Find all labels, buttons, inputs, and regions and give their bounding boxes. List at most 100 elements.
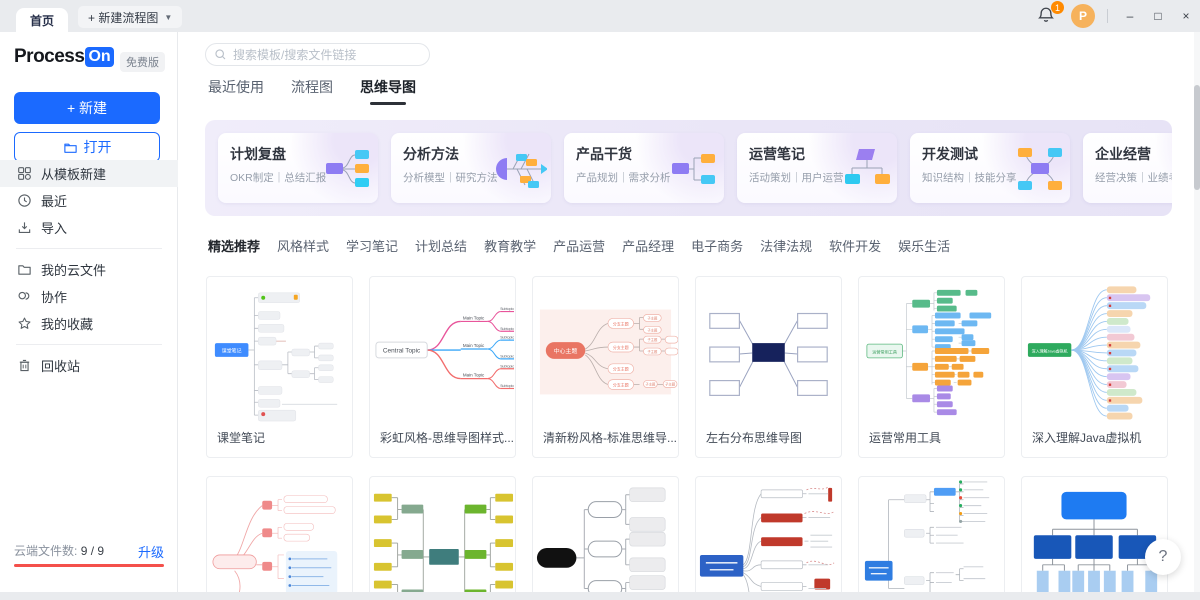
sidebar-item-label: 回收站 — [41, 356, 80, 375]
thumbnail-sub-label: 子主题 — [645, 382, 656, 387]
thumbnail-main-label: Main Topic — [463, 315, 485, 320]
template-card-left-right-mindmap[interactable]: 左右分布思维导图 — [695, 276, 842, 458]
window-title-bar: 首页 + 新建流程图 ▼ 1 P – □ × — [0, 0, 1200, 32]
filter-chip[interactable]: 软件开发 — [829, 236, 881, 255]
template-thumbnail: 中心主题 分支主题 分支主题 — [533, 277, 678, 425]
thumbnail-branch-label: 分支主题 — [613, 367, 629, 372]
window-controls-divider — [1107, 9, 1108, 23]
scrollbar-thumb[interactable] — [1194, 85, 1200, 190]
template-title: 运营常用工具 — [859, 425, 1004, 446]
template-title: 课堂笔记 — [207, 425, 352, 446]
filter-chip[interactable]: 教育教学 — [484, 236, 536, 255]
avatar[interactable]: P — [1071, 4, 1095, 28]
new-document-tab-button[interactable]: + 新建流程图 ▼ — [78, 6, 182, 28]
template-title: 左右分布思维导图 — [696, 425, 841, 446]
template-title: 彩虹风格-思维导图样式... — [370, 425, 515, 446]
thumbnail-main-label: Main Topic — [463, 343, 485, 348]
template-card-classroom-notes[interactable]: 课堂笔记 — [206, 276, 353, 458]
notifications-button[interactable]: 1 — [1037, 6, 1057, 26]
category-card-dev-testing[interactable]: 开发测试 知识结构｜技能分享 — [910, 133, 1070, 203]
category-card-product-tips[interactable]: 产品干货 产品规划｜需求分析 — [564, 133, 724, 203]
template-card-fresh-pink[interactable]: 中心主题 分支主题 分支主题 — [532, 276, 679, 458]
template-card-java-jvm[interactable]: 深入理解Java虚拟机 — [1021, 276, 1168, 458]
tab-home[interactable]: 首页 — [16, 8, 68, 32]
tab-mindmap[interactable]: 思维导图 — [360, 77, 416, 105]
thumbnail-branch-label: 分支主题 — [613, 345, 629, 350]
template-card-operation-tools[interactable]: 运营常用工具 运营常用工具 — [858, 276, 1005, 458]
maximize-button[interactable]: □ — [1144, 0, 1172, 32]
filter-chip[interactable]: 学习笔记 — [346, 236, 398, 255]
sidebar-item-favorites[interactable]: 我的收藏 — [0, 310, 178, 337]
sidebar-item-label: 导入 — [41, 218, 67, 237]
new-document-tab-label: + 新建流程图 — [88, 9, 158, 26]
category-card-plan-review[interactable]: 计划复盘 OKR制定｜总结汇报 — [218, 133, 378, 203]
thumbnail-sub-label: 子主题 — [647, 327, 658, 332]
mindmap-illustration-icon — [668, 146, 720, 192]
xmap-illustration-icon — [1014, 146, 1066, 192]
thumbnail-root-label: 运营常用工具 — [872, 348, 897, 354]
open-button[interactable]: 打开 — [14, 132, 160, 162]
sidebar-item-collaboration[interactable]: 协作 — [0, 283, 178, 310]
filter-chip[interactable]: 电子商务 — [691, 236, 743, 255]
tab-recent-used[interactable]: 最近使用 — [208, 77, 264, 105]
template-filter-row: 精选推荐 风格样式 学习笔记 计划总结 教育教学 产品运营 产品经理 电子商务 … — [208, 236, 950, 255]
template-card-row2-1[interactable] — [206, 476, 353, 592]
sidebar-item-label: 我的云文件 — [41, 260, 106, 279]
upgrade-link[interactable]: 升级 — [138, 542, 164, 561]
tab-flowchart[interactable]: 流程图 — [291, 77, 333, 105]
menu-divider — [16, 344, 162, 345]
search-bar[interactable] — [205, 43, 430, 66]
sidebar-item-my-cloud-files[interactable]: 我的云文件 — [0, 256, 178, 283]
sidebar-item-new-from-template[interactable]: 从模板新建 — [0, 160, 178, 187]
filter-chip[interactable]: 法律法规 — [760, 236, 812, 255]
open-folder-icon — [63, 140, 78, 155]
category-card-analysis-methods[interactable]: 分析方法 分析模型｜研究方法 — [391, 133, 551, 203]
new-button-label: + 新建 — [67, 98, 107, 118]
help-button[interactable]: ? — [1145, 539, 1181, 575]
sidebar-item-import[interactable]: 导入 — [0, 214, 178, 241]
template-icon — [17, 166, 32, 181]
template-card-row2-3[interactable] — [532, 476, 679, 592]
filter-chip[interactable]: 风格样式 — [277, 236, 329, 255]
new-button[interactable]: + 新建 — [14, 92, 160, 124]
template-card-row2-5[interactable] — [858, 476, 1005, 592]
sidebar-item-trash[interactable]: 回收站 — [0, 352, 178, 379]
category-card-business-management[interactable]: 企业经营 经营决策｜业绩考核 — [1083, 133, 1172, 203]
category-card-operation-notes[interactable]: 运营笔记 活动策划｜用户运营 — [737, 133, 897, 203]
template-thumbnail: 运营常用工具 — [859, 277, 1004, 425]
sidebar-item-label: 从模板新建 — [41, 164, 106, 183]
chevron-down-icon: ▼ — [164, 13, 172, 22]
filter-chip[interactable]: 产品经理 — [622, 236, 674, 255]
clock-icon — [17, 193, 32, 208]
tab-home-label: 首页 — [30, 12, 54, 29]
template-card-row2-4[interactable] — [695, 476, 842, 592]
scrollbar-track[interactable] — [1194, 32, 1200, 592]
filter-chip[interactable]: 产品运营 — [553, 236, 605, 255]
window-bottom-edge — [0, 592, 1200, 600]
template-thumbnail — [1022, 477, 1167, 592]
template-thumbnail — [859, 477, 1004, 592]
sidebar-item-label: 最近 — [41, 191, 67, 210]
thumbnail-branch-label: 分支主题 — [613, 321, 629, 326]
thumbnail-sub-label: Subtopic — [500, 364, 514, 368]
thumbnail-sub-label: 子主题 — [647, 315, 658, 320]
template-card-rainbow-style[interactable]: Central Topic Main Topic Main Topic Main… — [369, 276, 516, 458]
content-tabs: 最近使用 流程图 思维导图 — [208, 77, 416, 105]
filter-chip[interactable]: 计划总结 — [415, 236, 467, 255]
minimize-button[interactable]: – — [1116, 0, 1144, 32]
search-icon — [214, 48, 227, 61]
filter-chip[interactable]: 娱乐生活 — [898, 236, 950, 255]
close-button[interactable]: × — [1172, 0, 1200, 32]
sidebar-item-recent[interactable]: 最近 — [0, 187, 178, 214]
main-content: 最近使用 流程图 思维导图 计划复盘 OKR制定｜总结汇报 分析方法 分析模型｜… — [178, 32, 1200, 592]
storage-progress-bar — [14, 564, 164, 567]
open-button-label: 打开 — [84, 137, 112, 157]
fishbone-illustration-icon — [495, 146, 547, 192]
search-input[interactable] — [233, 48, 403, 62]
template-thumbnail: 深入理解Java虚拟机 — [1022, 277, 1167, 425]
filter-chip[interactable]: 精选推荐 — [208, 236, 260, 255]
template-card-row2-2[interactable] — [369, 476, 516, 592]
template-thumbnail — [696, 277, 841, 425]
template-card-row2-6[interactable] — [1021, 476, 1168, 592]
collaboration-icon — [17, 289, 32, 304]
